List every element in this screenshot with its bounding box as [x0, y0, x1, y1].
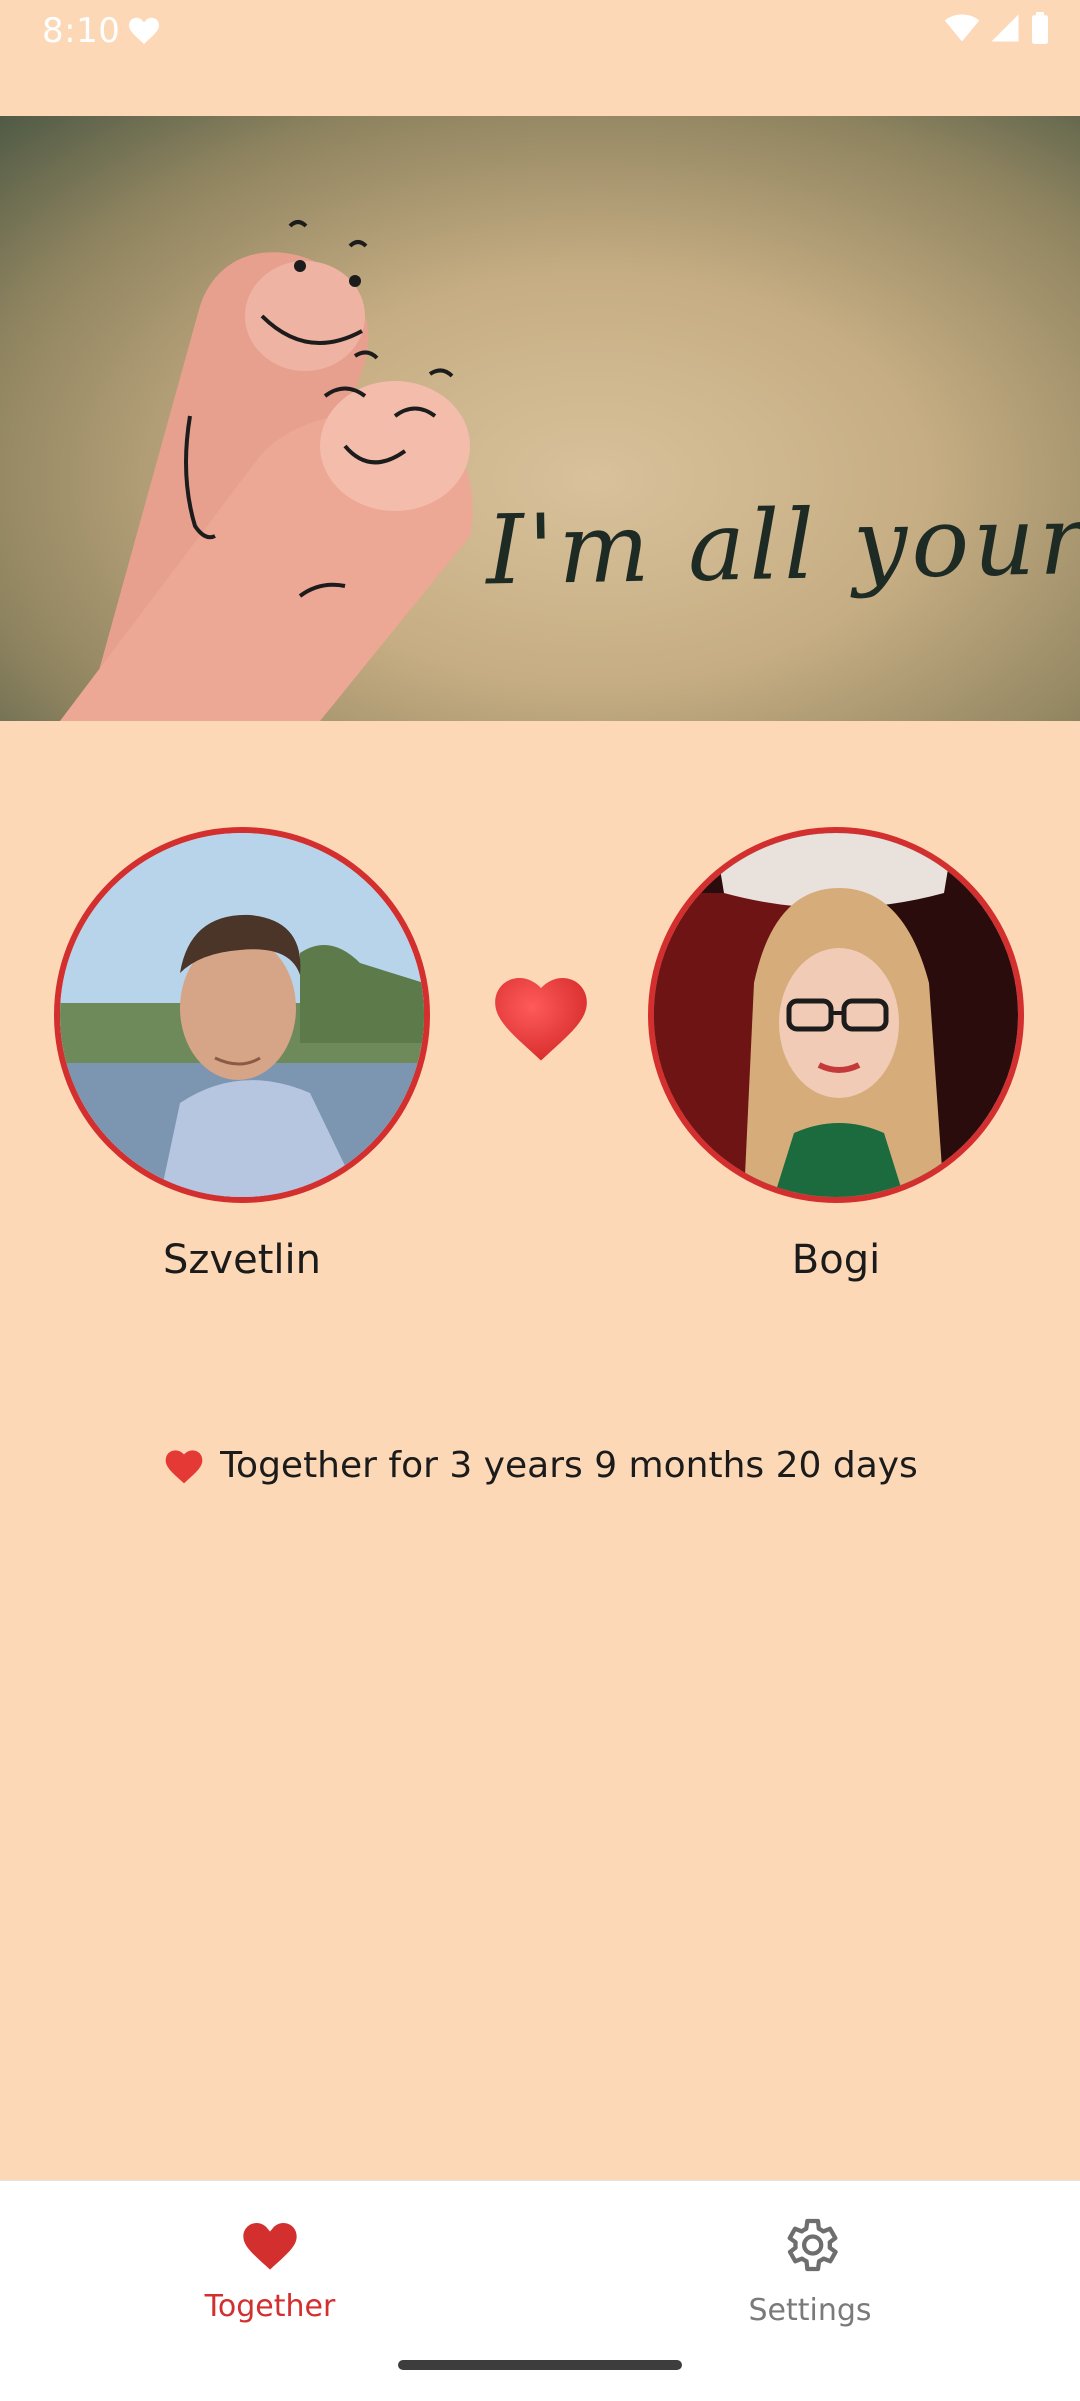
heart-icon — [238, 2213, 302, 2277]
nav-label-settings: Settings — [748, 2293, 872, 2328]
avatar-szvetlin[interactable] — [54, 827, 430, 1203]
gear-icon — [778, 2213, 842, 2281]
profile-photo-man — [60, 833, 424, 1197]
nav-label-together: Together — [204, 2289, 336, 2324]
finger-couple-illustration — [60, 220, 473, 721]
status-time: 8:10 — [42, 11, 121, 51]
partner-name-left: Szvetlin — [163, 1237, 321, 1283]
hero-caption: I'm all yours♡ — [485, 481, 1080, 607]
nav-item-together[interactable]: Together — [120, 2213, 420, 2327]
home-indicator[interactable] — [398, 2360, 682, 2370]
heart-icon — [162, 1444, 206, 1488]
nav-item-settings[interactable]: Settings — [660, 2213, 960, 2331]
avatar-bogi[interactable] — [648, 827, 1024, 1203]
heart-notification-icon — [126, 12, 162, 50]
profile-photo-woman — [654, 833, 1018, 1197]
status-icons — [944, 12, 1050, 48]
signal-icon — [990, 13, 1020, 47]
hero-image: I'm all yours♡ — [0, 116, 1080, 721]
heart-icon — [486, 962, 596, 1072]
wifi-icon — [944, 13, 980, 47]
partner-name-right: Bogi — [791, 1237, 881, 1283]
status-bar: 8:10 — [0, 0, 1080, 62]
together-duration-text: Together for 3 years 9 months 20 days — [220, 1445, 918, 1486]
together-duration: Together for 3 years 9 months 20 days — [0, 1438, 1080, 1494]
battery-icon — [1030, 12, 1050, 48]
